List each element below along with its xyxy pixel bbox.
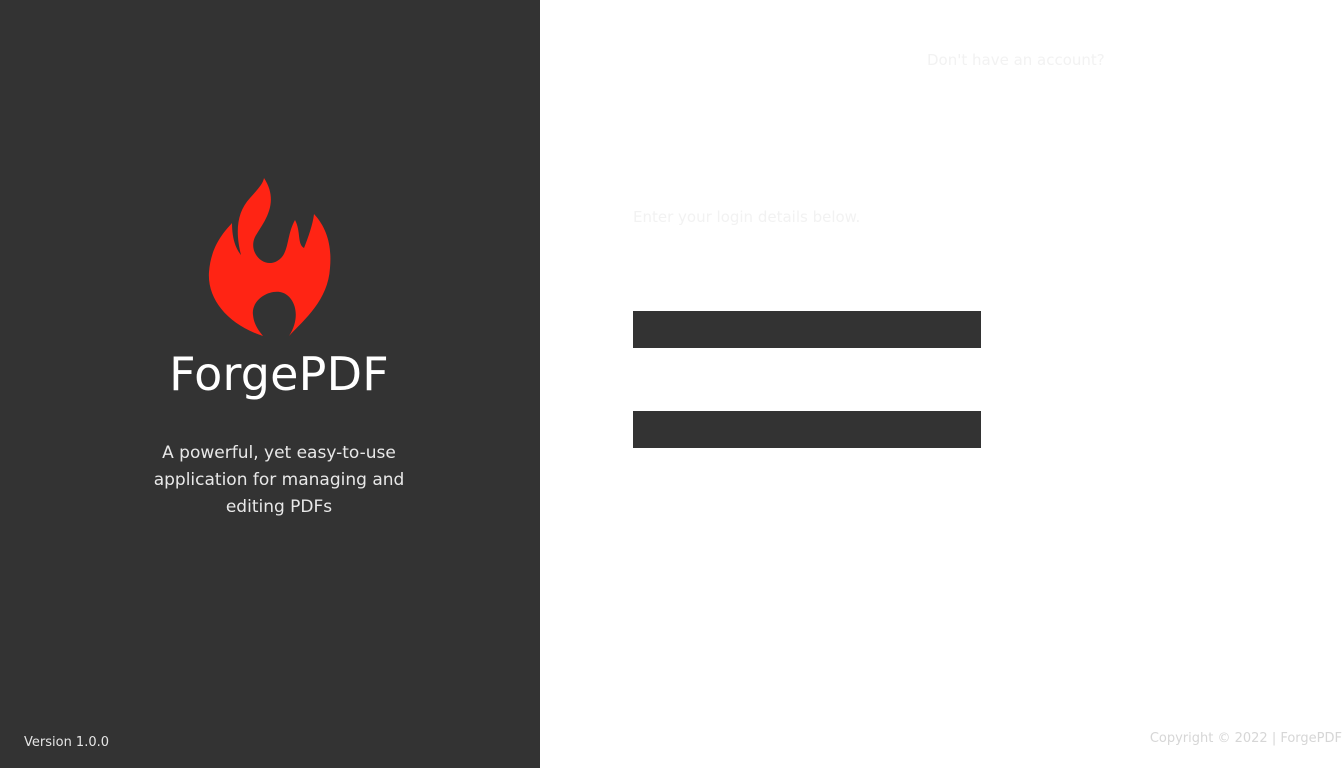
login-screen: ForgePDF A powerful, yet easy-to-use app… xyxy=(0,0,1342,768)
flame-icon xyxy=(208,178,331,336)
username-input[interactable] xyxy=(633,311,981,348)
app-tagline: A powerful, yet easy-to-use application … xyxy=(153,443,405,517)
copyright-text: Copyright © 2022 | ForgePDF xyxy=(1149,731,1342,746)
version-label: Version 1.0.0 xyxy=(24,735,110,750)
signup-prompt-link[interactable]: Don't have an account? xyxy=(927,51,1105,69)
branding-panel: ForgePDF A powerful, yet easy-to-use app… xyxy=(0,0,540,768)
app-title: ForgePDF xyxy=(169,347,389,401)
login-instructions: Enter your login details below. xyxy=(633,208,861,226)
login-panel: Don't have an account? Enter your login … xyxy=(540,0,1342,768)
password-input[interactable] xyxy=(633,411,981,448)
